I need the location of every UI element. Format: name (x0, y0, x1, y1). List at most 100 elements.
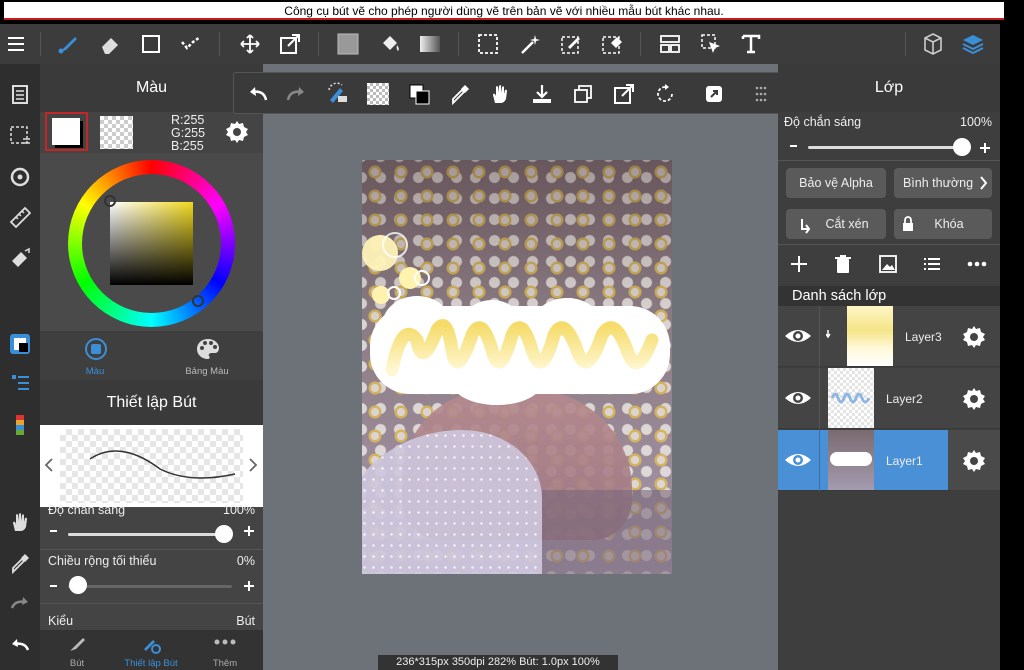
tab-palette[interactable]: Bảng Màu (167, 331, 247, 380)
ruler-icon[interactable] (4, 201, 36, 233)
left-tool-column (0, 64, 40, 670)
min-width-minus[interactable] (48, 580, 60, 592)
tab-more[interactable]: Thêm (190, 630, 260, 670)
bottom-tabs: Bút Thiết lập Bút Thêm (40, 630, 263, 670)
redo-icon[interactable] (4, 588, 36, 620)
magic-wand-icon[interactable] (514, 28, 546, 60)
select-move-icon[interactable] (695, 28, 727, 60)
brush-tab-icon (68, 635, 86, 653)
select-eraser-icon[interactable] (596, 28, 628, 60)
color-settings-gear-icon[interactable] (225, 120, 249, 144)
layer-opacity-slider[interactable] (808, 146, 968, 149)
grip-icon[interactable] (745, 78, 777, 110)
fill-color-icon[interactable] (332, 28, 364, 60)
layer-opacity-handle[interactable] (953, 138, 971, 156)
color-swatch-icon[interactable] (4, 328, 36, 360)
hand-icon[interactable] (4, 506, 36, 538)
blue-value: B:255 (171, 139, 204, 153)
document-icon[interactable] (4, 78, 36, 110)
selection-icon[interactable] (472, 28, 504, 60)
brush-opacity-handle[interactable] (215, 525, 233, 543)
brush-icon[interactable] (52, 28, 84, 60)
layer-name: Layer2 (886, 392, 923, 406)
rotate-icon[interactable] (4, 161, 36, 193)
bucket-icon[interactable] (374, 28, 406, 60)
eyedropper-icon[interactable] (4, 547, 36, 579)
eye-icon[interactable] (784, 388, 812, 408)
redo-icon[interactable] (280, 78, 312, 110)
layers-icon[interactable] (957, 28, 989, 60)
layer-opacity-minus[interactable] (788, 140, 800, 152)
color-palette-bar-icon[interactable] (4, 410, 36, 442)
min-width-handle[interactable] (69, 576, 87, 594)
layout-icon[interactable] (654, 28, 686, 60)
eye-icon[interactable] (784, 450, 812, 470)
3d-icon[interactable] (917, 28, 949, 60)
sv-picker-handle[interactable] (104, 195, 116, 207)
layer-opacity-plus[interactable] (979, 142, 991, 154)
hand-icon[interactable] (484, 78, 516, 110)
transform-icon[interactable] (274, 28, 306, 60)
undo-icon[interactable] (4, 630, 36, 662)
tab-brush-settings[interactable]: Thiết lập Bút (116, 630, 186, 670)
brush-opacity-slider[interactable] (68, 533, 232, 536)
tab-brush[interactable]: Bút (42, 630, 112, 670)
layer-image-icon[interactable] (879, 255, 897, 273)
layer-row[interactable]: Layer2 (778, 368, 1000, 429)
trash-icon[interactable] (835, 255, 851, 273)
add-layer-icon[interactable] (790, 255, 808, 273)
brush-preview[interactable] (40, 425, 263, 507)
alpha-protect-button[interactable]: Bảo vệ Alpha (786, 168, 886, 198)
select-pen-icon[interactable] (555, 28, 587, 60)
download-icon[interactable] (526, 78, 558, 110)
chevron-right-icon[interactable] (248, 457, 258, 473)
menu-icon[interactable] (0, 28, 32, 60)
secondary-color-swatch[interactable] (100, 116, 133, 149)
layer-gear-icon[interactable] (962, 325, 986, 349)
eraser-icon[interactable] (94, 28, 126, 60)
tab-color[interactable]: Màu (55, 331, 135, 380)
brush-style-value[interactable]: Bút (236, 614, 255, 628)
layer-thumbnail (847, 306, 893, 366)
blend-mode-button[interactable]: Bình thường (894, 168, 992, 198)
chevron-left-icon[interactable] (44, 457, 54, 473)
gradient-icon[interactable] (414, 28, 446, 60)
layer-list-icon[interactable] (924, 257, 940, 271)
layer-row[interactable]: Layer3 (778, 306, 1000, 367)
layer-opacity-label: Độ chắn sáng (784, 115, 862, 129)
clipping-button[interactable]: Cắt xén (786, 209, 886, 239)
shape-icon[interactable] (135, 28, 167, 60)
top-toolbar (0, 24, 1000, 64)
selection-layer-icon[interactable] (4, 120, 36, 152)
artwork-canvas[interactable] (362, 160, 672, 574)
line-icon[interactable] (176, 28, 208, 60)
layer-gear-icon[interactable] (962, 449, 986, 473)
hue-picker-handle[interactable] (192, 295, 204, 307)
move-icon[interactable] (234, 28, 266, 60)
fill-tool-icon[interactable] (4, 242, 36, 274)
eyedropper-icon[interactable] (444, 78, 476, 110)
layer-gear-icon[interactable] (962, 387, 986, 411)
clear-layer-icon[interactable] (322, 78, 354, 110)
copy-icon[interactable] (567, 78, 599, 110)
layer-row-selected[interactable]: Layer1 (778, 430, 1000, 491)
brush-list-icon[interactable] (4, 367, 36, 399)
external-link-icon[interactable] (698, 78, 730, 110)
primary-color-swatch[interactable] (45, 112, 88, 151)
text-icon[interactable] (735, 28, 767, 60)
lock-button[interactable]: Khóa (894, 209, 992, 239)
canvas-area[interactable] (263, 64, 778, 670)
transform-icon[interactable] (608, 78, 640, 110)
min-width-slider[interactable] (68, 585, 232, 588)
more-dots-icon[interactable] (967, 261, 987, 267)
brush-opacity-plus[interactable] (243, 525, 255, 537)
screen-edge (1000, 24, 1024, 670)
transparent-fill-icon[interactable] (362, 78, 394, 110)
undo-icon[interactable] (242, 78, 274, 110)
rotate-icon[interactable] (649, 78, 681, 110)
eye-icon[interactable] (784, 326, 812, 346)
saturation-value-square[interactable] (110, 202, 193, 285)
min-width-plus[interactable] (243, 580, 255, 592)
color-swap-icon[interactable] (403, 78, 435, 110)
brush-opacity-minus[interactable] (48, 525, 60, 537)
